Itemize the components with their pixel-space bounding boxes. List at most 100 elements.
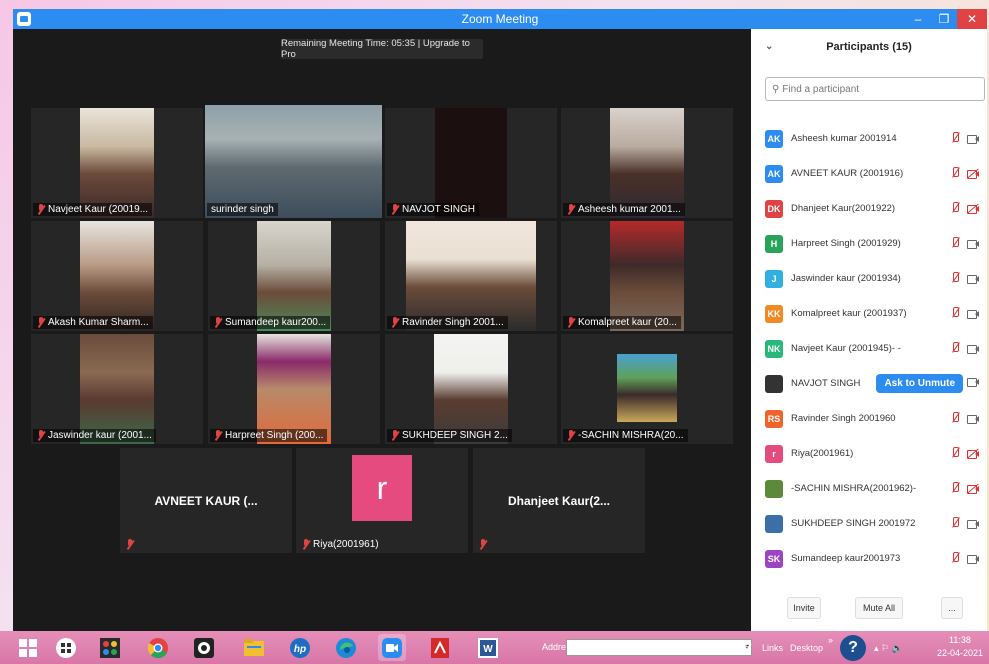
mic-muted-icon — [951, 447, 960, 459]
video-tile[interactable]: Harpreet Singh (200... — [208, 334, 380, 444]
participant-row[interactable]: H Harpreet Singh (2001929) — [751, 226, 987, 261]
windows-start-icon[interactable] — [14, 634, 42, 661]
address-input[interactable]: ▾ — [566, 639, 752, 656]
more-options-button[interactable]: ... — [941, 597, 963, 619]
video-tile[interactable]: NAVJOT SINGH — [385, 108, 557, 218]
participant-avatar: AK — [765, 164, 783, 183]
mic-muted-icon — [951, 412, 960, 424]
video-tile[interactable]: AVNEET KAUR (... — [120, 448, 292, 553]
file-explorer-icon[interactable] — [240, 634, 268, 661]
tile-name-label: -SACHIN MISHRA(20... — [563, 429, 688, 442]
chrome-icon[interactable] — [144, 634, 172, 661]
participant-name: Jaswinder kaur (2001934) — [791, 273, 901, 284]
video-tile[interactable]: Asheesh kumar 2001... — [561, 108, 733, 218]
paint-app-icon[interactable] — [96, 634, 124, 661]
system-tray-icons[interactable]: ▴ ⚐ 🔈 — [874, 643, 903, 654]
links-toolbar[interactable]: Links — [762, 643, 783, 653]
video-tile[interactable]: Ravinder Singh 2001... — [385, 221, 557, 331]
participant-row[interactable]: J Jaswinder kaur (2001934) — [751, 261, 987, 296]
tile-name-label: SUKHDEEP SINGH 2... — [387, 429, 512, 442]
mic-muted-icon — [951, 342, 960, 354]
minimize-button[interactable]: – — [905, 9, 931, 29]
video-off-icon — [967, 168, 979, 179]
video-camera-icon — [967, 554, 979, 564]
mic-muted-icon — [37, 317, 45, 328]
word-icon[interactable]: W — [474, 634, 502, 661]
zoom-window: Zoom Meeting – ❐ ✕ Remaining Meeting Tim… — [13, 9, 987, 631]
ask-to-unmute-button[interactable]: Ask to Unmute — [876, 374, 963, 393]
participant-row[interactable]: r Riya(2001961) — [751, 436, 987, 471]
help-icon[interactable]: ? — [840, 635, 866, 661]
participant-row[interactable]: SK Sumandeep kaur2001973 — [751, 541, 987, 576]
participants-title: Participants (15) — [826, 41, 912, 53]
edge-browser-icon[interactable] — [332, 634, 360, 661]
tile-name-label: Asheesh kumar 2001... — [563, 203, 685, 216]
mute-all-button[interactable]: Mute All — [855, 597, 903, 619]
maximize-button[interactable]: ❐ — [931, 9, 957, 29]
participant-video — [617, 354, 677, 422]
participant-name: -SACHIN MISHRA(2001962)- — [791, 483, 917, 494]
participant-name: Dhanjeet Kaur(2... — [507, 494, 611, 508]
video-camera-icon — [967, 239, 979, 249]
video-tile[interactable]: Jaswinder kaur (2001... — [31, 334, 203, 444]
video-tile[interactable]: Dhanjeet Kaur(2... — [473, 448, 645, 553]
hp-icon[interactable]: hp — [286, 634, 314, 661]
chevron-down-icon[interactable]: ⌄ — [765, 41, 773, 52]
video-camera-icon — [967, 377, 979, 387]
participant-avatar: H — [765, 234, 783, 253]
window-controls: – ❐ ✕ — [905, 9, 987, 29]
desktop-toolbar[interactable]: Desktop — [790, 643, 823, 653]
taskbar-clock[interactable]: 11:38 22-04-2021 — [937, 634, 983, 660]
mic-muted-icon — [391, 430, 399, 441]
participant-video — [80, 108, 154, 218]
participant-row[interactable]: AK AVNEET KAUR (2001916) — [751, 156, 987, 191]
participant-video — [257, 221, 331, 331]
participant-avatar — [765, 479, 783, 498]
video-tile-active-speaker[interactable]: surinder singh — [205, 105, 382, 218]
svg-text:W: W — [483, 644, 493, 655]
mic-muted-icon — [37, 430, 45, 441]
participant-video — [80, 334, 154, 444]
tile-name-label: surinder singh — [207, 203, 278, 216]
video-tile[interactable]: r Riya(2001961) — [296, 448, 468, 553]
search-icon: ⚲ — [772, 83, 780, 95]
refresh-icon[interactable]: ↻ — [744, 640, 752, 651]
task-view-icon[interactable] — [52, 634, 80, 661]
pdf-reader-icon[interactable] — [426, 634, 454, 661]
video-tile[interactable]: Navjeet Kaur (20019... — [31, 108, 203, 218]
mic-muted-icon — [567, 204, 575, 215]
participant-avatar: KK — [765, 304, 783, 323]
participant-name: NAVJOT SINGH — [791, 378, 861, 389]
participant-row[interactable]: -SACHIN MISHRA(2001962)- — [751, 471, 987, 506]
invite-button[interactable]: Invite — [787, 597, 821, 619]
participant-row[interactable]: NK Navjeet Kaur (2001945)- - — [751, 331, 987, 366]
participant-row[interactable]: DK Dhanjeet Kaur(2001922) — [751, 191, 987, 226]
participant-avatar: RS — [765, 409, 783, 428]
mic-muted-icon — [567, 317, 575, 328]
participant-search-input[interactable]: ⚲ Find a participant — [765, 77, 985, 101]
participant-row[interactable]: NAVJOT SINGH Ask to Unmute — [751, 366, 987, 401]
video-tile[interactable]: Sumandeep kaur200... — [208, 221, 380, 331]
video-tile[interactable]: Komalpreet kaur (20... — [561, 221, 733, 331]
chevron-right-icon[interactable]: » — [828, 635, 833, 645]
zoom-taskbar-icon[interactable] — [378, 634, 406, 661]
participant-name: Riya(2001961) — [791, 448, 854, 459]
mic-muted-icon — [951, 167, 960, 179]
mic-muted-icon — [479, 539, 487, 550]
participant-video — [257, 334, 331, 444]
participant-row[interactable]: SUKHDEEP SINGH 2001972 — [751, 506, 987, 541]
tile-name-label: Riya(2001961) — [298, 538, 383, 551]
webcam-app-icon[interactable] — [190, 634, 218, 661]
participant-row[interactable]: RS Ravinder Singh 2001960 — [751, 401, 987, 436]
video-tile[interactable]: Akash Kumar Sharm... — [31, 221, 203, 331]
close-button[interactable]: ✕ — [957, 9, 987, 29]
participant-name: Harpreet Singh (2001929) — [791, 238, 901, 249]
video-tile[interactable]: SUKHDEEP SINGH 2... — [385, 334, 557, 444]
participants-panel: ⌄ Participants (15) ⚲ Find a participant… — [751, 29, 987, 631]
taskbar: hp W Address ▾ ↻ Links Desktop » ? ▴ ⚐ 🔈… — [0, 631, 989, 664]
participant-row[interactable]: AK Asheesh kumar 2001914 — [751, 121, 987, 156]
tile-name-label: Sumandeep kaur200... — [210, 316, 331, 329]
meeting-time-banner[interactable]: Remaining Meeting Time: 05:35 | Upgrade … — [281, 38, 483, 60]
video-tile[interactable]: -SACHIN MISHRA(20... — [561, 334, 733, 444]
participant-row[interactable]: KK Komalpreet kaur (2001937) — [751, 296, 987, 331]
